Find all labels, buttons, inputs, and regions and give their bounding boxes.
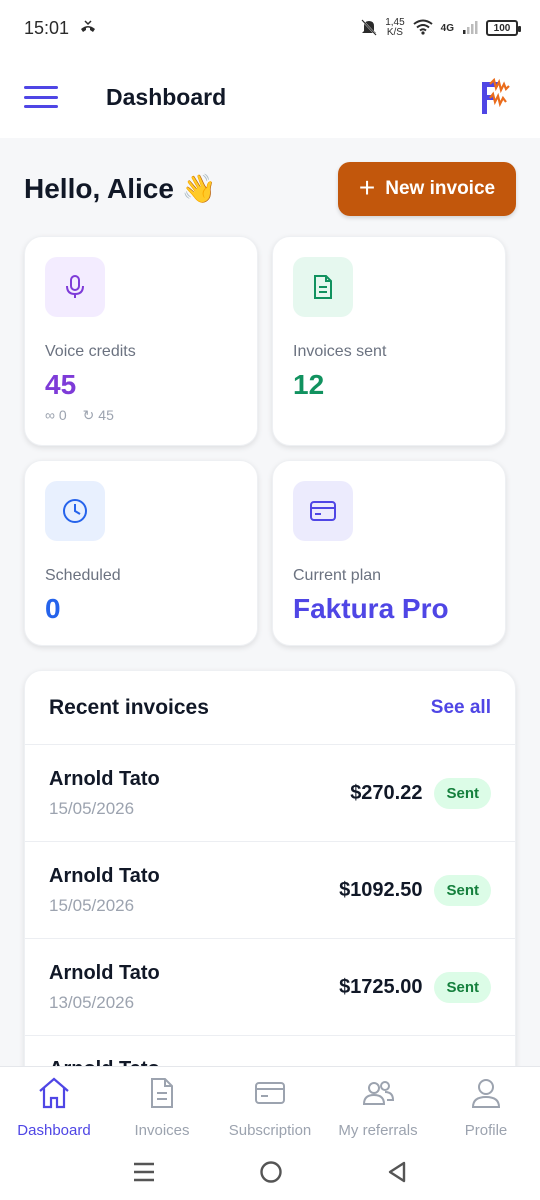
- stat-label: Invoices sent: [293, 343, 387, 360]
- stat-value: 0: [45, 593, 61, 624]
- home-button[interactable]: [259, 1160, 283, 1189]
- nav-label: Dashboard: [17, 1122, 91, 1139]
- document-icon: [148, 1077, 176, 1114]
- network-type: 4G: [440, 22, 454, 34]
- home-icon: [37, 1077, 71, 1114]
- status-badge: Sent: [434, 971, 491, 1003]
- back-button[interactable]: [386, 1160, 408, 1189]
- app-logo: [476, 77, 512, 118]
- invoice-client: Arnold Tato: [49, 767, 160, 790]
- status-time: 15:01: [24, 17, 70, 38]
- battery-icon: 100: [486, 20, 521, 36]
- invoice-row[interactable]: Arnold Tato 13/05/2026 $1725.00 Sent: [25, 939, 515, 1036]
- nav-item-dashboard[interactable]: Dashboard: [0, 1067, 108, 1148]
- nav-label: My referrals: [338, 1122, 418, 1139]
- signal-icon: [462, 19, 478, 38]
- refresh-icon: ↻: [82, 407, 99, 423]
- invoice-row[interactable]: Arnold Tato 15/05/2026 $270.22 Sent: [25, 745, 515, 842]
- stat-card-current-plan[interactable]: Current plan Faktura Pro: [272, 460, 506, 646]
- net-speed: 1,45 K/S: [385, 17, 405, 38]
- mute-bell-icon: [361, 18, 377, 39]
- user-icon: [470, 1077, 502, 1114]
- status-badge: Sent: [434, 874, 491, 906]
- hamburger-line: [24, 105, 58, 108]
- stat-card-invoices-sent[interactable]: Invoices sent 12: [272, 236, 506, 446]
- invoice-amount: $270.22: [350, 781, 423, 804]
- infinity-icon: ∞: [45, 407, 59, 423]
- page-title: Dashboard: [106, 83, 227, 110]
- invoice-row[interactable]: Arnold Tato 15/05/2026 $1092.50 Sent: [25, 842, 515, 939]
- new-invoice-button[interactable]: + New invoice: [338, 162, 516, 216]
- users-icon: [361, 1077, 395, 1114]
- status-bar: 15:01 1,45 K/S 4G 100: [0, 0, 540, 56]
- hamburger-line: [24, 95, 58, 99]
- invoice-date: 15/05/2026: [49, 895, 135, 915]
- app-bar: Dashboard: [0, 56, 540, 138]
- stat-card-scheduled[interactable]: Scheduled 0: [24, 460, 258, 646]
- invoice-amount: $1725.00: [339, 975, 423, 998]
- system-nav-bar: [0, 1148, 540, 1200]
- nav-item-subscription[interactable]: Subscription: [216, 1067, 324, 1148]
- stat-label: Current plan: [293, 567, 382, 584]
- stat-value: Faktura Pro: [293, 593, 449, 624]
- recent-invoices-header: Recent invoices See all: [25, 671, 515, 745]
- clock-icon: [45, 481, 105, 541]
- stat-card-voice-credits[interactable]: Voice credits 45 ∞ 0 ↻ 45: [24, 236, 258, 446]
- recent-apps-button[interactable]: [132, 1161, 156, 1188]
- menu-button[interactable]: [24, 86, 58, 108]
- nav-item-my-referrals[interactable]: My referrals: [324, 1067, 432, 1148]
- mic-icon: [45, 257, 105, 317]
- status-badge: Sent: [434, 777, 491, 809]
- wave-emoji: 👋: [181, 173, 217, 204]
- greeting: Hello, Alice 👋: [24, 173, 217, 204]
- invoice-client: Arnold Tato: [49, 961, 160, 984]
- wifi-icon: [413, 19, 433, 38]
- bottom-nav: Dashboard Invoices Subscription My refer…: [0, 1066, 540, 1148]
- nav-label: Profile: [464, 1122, 508, 1139]
- credit-card-icon: [293, 481, 353, 541]
- stat-value: 12: [293, 369, 325, 400]
- plus-icon: +: [358, 171, 376, 203]
- nav-label: Invoices: [134, 1122, 190, 1139]
- nav-label: Subscription: [228, 1122, 312, 1139]
- call-forward-icon: [79, 18, 97, 39]
- see-all-link[interactable]: See all: [431, 697, 491, 719]
- nav-item-profile[interactable]: Profile: [432, 1067, 540, 1148]
- invoice-date: 13/05/2026: [49, 992, 135, 1012]
- document-icon: [293, 257, 353, 317]
- stat-sub: ∞ 0 ↻ 45: [45, 407, 114, 423]
- invoice-date: 15/05/2026: [49, 798, 135, 818]
- invoice-client: Arnold Tato: [49, 864, 160, 887]
- nav-item-invoices[interactable]: Invoices: [108, 1067, 216, 1148]
- stat-label: Scheduled: [45, 567, 121, 584]
- stat-label: Voice credits: [45, 343, 136, 360]
- stat-value: 45: [45, 369, 77, 400]
- credit-card-icon: [254, 1077, 286, 1114]
- section-title: Recent invoices: [49, 695, 209, 719]
- invoice-amount: $1092.50: [339, 878, 423, 901]
- hamburger-line: [24, 86, 58, 89]
- recent-invoices-card: Recent invoices See all Arnold Tato 15/0…: [24, 670, 516, 1110]
